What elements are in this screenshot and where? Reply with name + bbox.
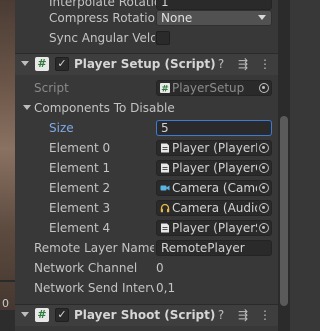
player-setup-enable-checkbox[interactable]: ✓: [55, 57, 69, 71]
player-setup-title: Player Setup (Script): [74, 57, 216, 71]
player-setup-header[interactable]: # ✓ Player Setup (Script) ? ⇶ ⋮: [15, 53, 278, 75]
script-field[interactable]: # PlayerSetup: [156, 80, 272, 96]
object-picker-icon[interactable]: [259, 83, 269, 93]
element-object-field[interactable]: Camera (Came: [156, 180, 272, 196]
preset-sliders-icon[interactable]: ⇶: [236, 57, 250, 71]
inspector-panel: Interpolate Rotatio 1 Compress Rotation …: [15, 0, 278, 331]
more-options-icon[interactable]: ⋮: [258, 308, 272, 322]
components-to-disable-row[interactable]: Components To Disable: [15, 98, 278, 118]
element-label: Element 3: [49, 201, 111, 215]
size-label: Size: [49, 121, 74, 135]
remote-layer-name-row: Remote Layer Name RemotePlayer: [15, 238, 278, 258]
element-label: Element 1: [49, 161, 111, 175]
script-row: Script # PlayerSetup: [15, 78, 278, 98]
element-row: Element 3 Camera (Audio: [15, 198, 278, 218]
element-object-field[interactable]: Player (PlayerS: [156, 220, 272, 236]
element-label: Element 4: [49, 221, 111, 235]
remote-layer-name-label: Remote Layer Name: [34, 241, 154, 255]
network-send-interval-row: Network Send Interva 0,1: [15, 278, 278, 298]
element-object-field[interactable]: Player (PlayerC: [156, 160, 272, 176]
player-shoot-header[interactable]: # ✓ Player Shoot (Script) ? ⇶ ⋮: [15, 304, 278, 326]
element-row: Element 1 Player (PlayerC: [15, 158, 278, 178]
network-send-interval-value[interactable]: 0,1: [156, 281, 175, 295]
element-object-field[interactable]: Camera (Audio: [156, 200, 272, 216]
compress-rotation-label: Compress Rotation: [49, 11, 155, 25]
compress-rotation-dropdown[interactable]: None: [156, 10, 272, 26]
camera-icon: [160, 185, 170, 191]
sync-angular-velocity-checkbox[interactable]: [156, 31, 170, 45]
compress-rotation-value: None: [161, 11, 193, 25]
script-icon: [161, 143, 169, 153]
sync-angular-velocity-label: Sync Angular Velo: [49, 31, 155, 45]
components-to-disable-label: Components To Disable: [34, 101, 175, 115]
scene-separator: [0, 280, 15, 282]
element-value: Camera (Audio: [172, 201, 257, 215]
script-icon: #: [160, 83, 170, 93]
element-value: Player (PlayerS: [172, 221, 257, 235]
foldout-arrow-icon[interactable]: [21, 61, 29, 66]
script-icon: #: [35, 57, 49, 71]
element-row: Element 2 Camera (Came: [15, 178, 278, 198]
network-send-interval-label: Network Send Interva: [34, 281, 154, 295]
element-value: Player (PlayerC: [172, 161, 257, 175]
network-channel-label: Network Channel: [34, 261, 138, 275]
scene-marker: 0: [2, 297, 9, 310]
remote-layer-name-input[interactable]: RemotePlayer: [156, 240, 272, 256]
network-channel-row: Network Channel 0: [15, 258, 278, 278]
object-picker-icon[interactable]: [259, 203, 269, 213]
scene-bottom-bar: [0, 310, 15, 331]
script-value: PlayerSetup: [172, 81, 245, 95]
script-icon: [161, 223, 169, 233]
element-value: Camera (Came: [172, 181, 257, 195]
element-value: Player (PlayerM: [172, 141, 257, 155]
element-row: Element 4 Player (PlayerS: [15, 218, 278, 238]
script-icon: #: [35, 308, 49, 322]
element-row: Element 0 Player (PlayerM: [15, 138, 278, 158]
scene-view-edge: 0: [0, 0, 15, 331]
player-shoot-title: Player Shoot (Script): [74, 308, 216, 322]
size-input[interactable]: 5: [156, 120, 272, 136]
object-picker-icon[interactable]: [259, 223, 269, 233]
element-label: Element 2: [49, 181, 111, 195]
network-channel-value[interactable]: 0: [156, 261, 164, 275]
foldout-arrow-icon[interactable]: [23, 105, 31, 110]
size-row: Size 5: [15, 118, 278, 138]
element-label: Element 0: [49, 141, 111, 155]
help-icon[interactable]: ?: [214, 308, 228, 322]
compress-rotation-row: Compress Rotation None: [15, 8, 278, 28]
more-options-icon[interactable]: ⋮: [258, 57, 272, 71]
headphones-icon: [160, 203, 170, 213]
player-shoot-enable-checkbox[interactable]: ✓: [55, 308, 69, 322]
help-icon[interactable]: ?: [214, 57, 228, 71]
preset-sliders-icon[interactable]: ⇶: [236, 308, 250, 322]
chevron-down-icon: [258, 15, 266, 20]
object-picker-icon[interactable]: [259, 143, 269, 153]
svg-text:#: #: [161, 85, 169, 94]
object-picker-icon[interactable]: [259, 163, 269, 173]
foldout-arrow-icon[interactable]: [21, 312, 29, 317]
element-object-field[interactable]: Player (PlayerM: [156, 140, 272, 156]
sync-angular-velocity-row: Sync Angular Velo: [15, 28, 278, 48]
object-picker-icon[interactable]: [259, 183, 269, 193]
script-label: Script: [34, 81, 69, 95]
script-icon: [161, 163, 169, 173]
inspector-scrollbar-thumb[interactable]: [280, 116, 288, 306]
